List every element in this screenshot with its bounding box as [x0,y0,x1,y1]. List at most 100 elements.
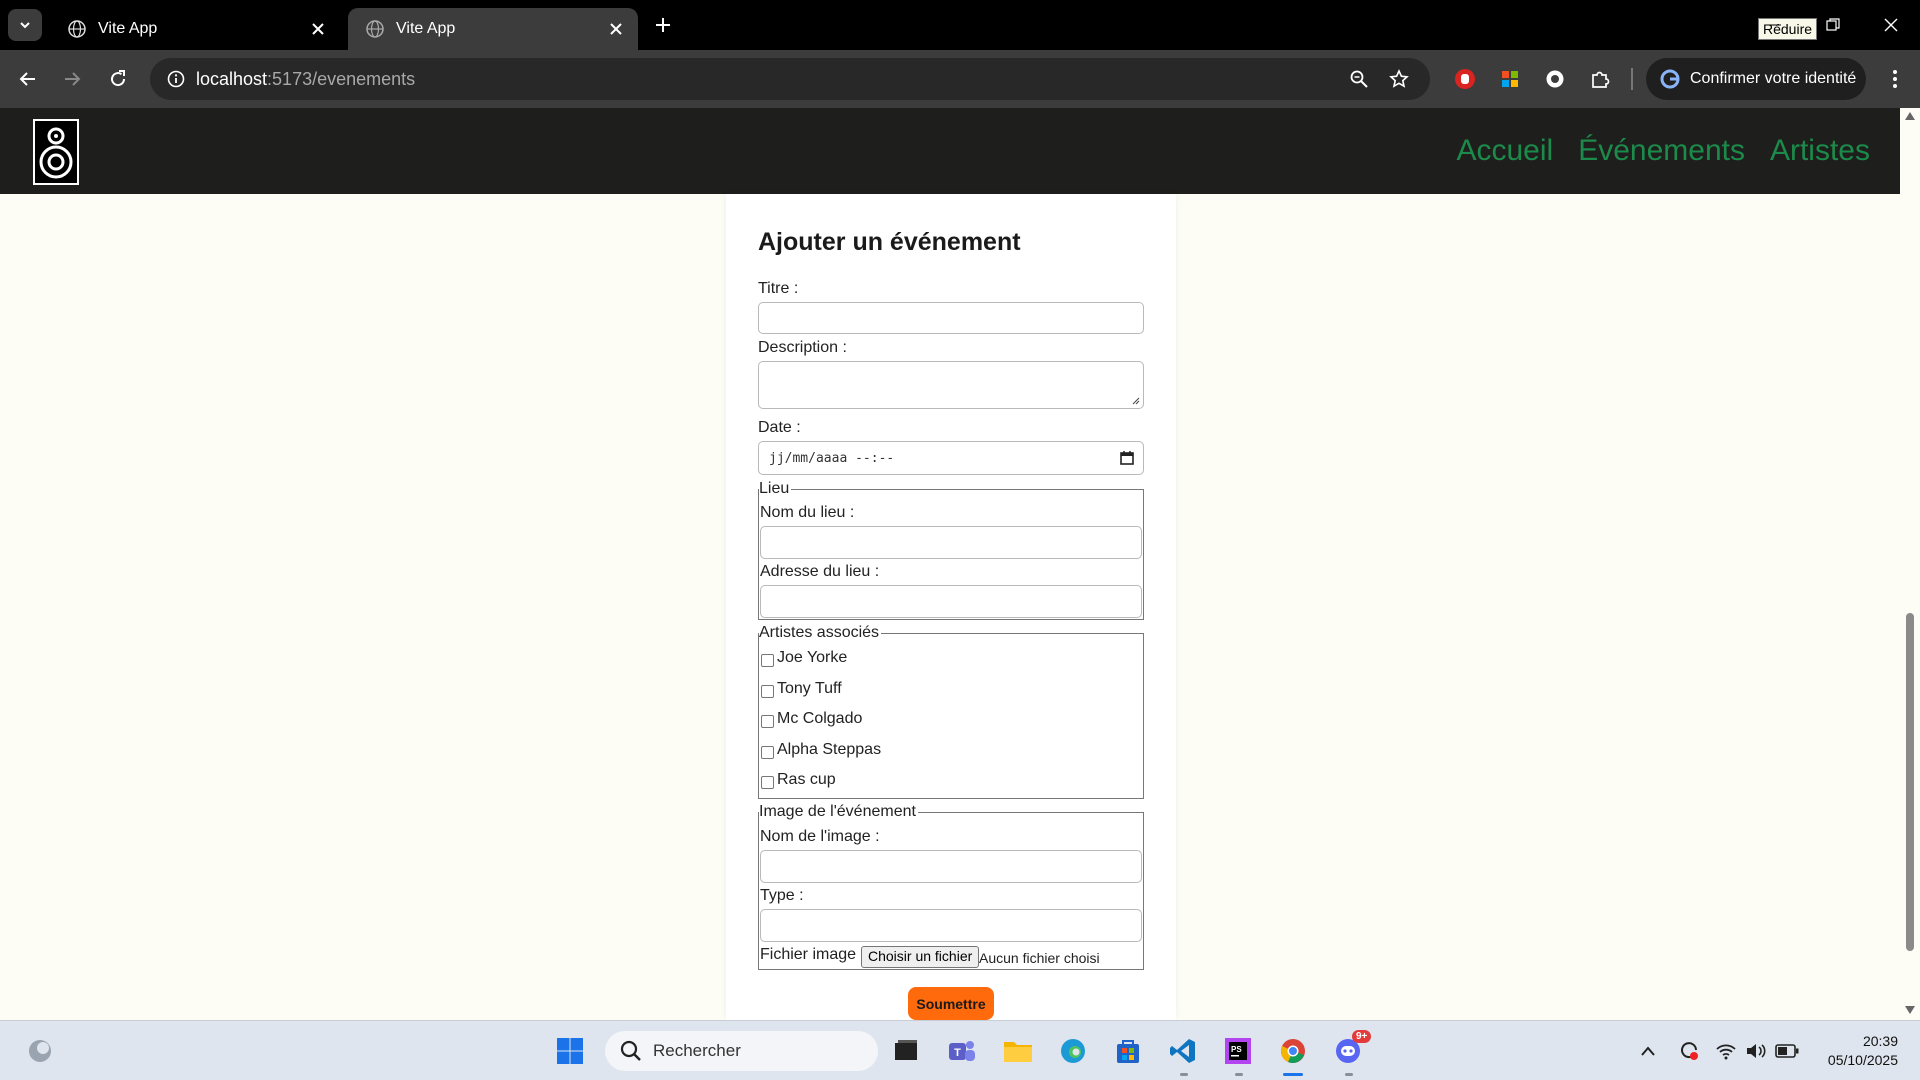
browser-tab-1[interactable]: Vite App [50,8,340,50]
file-status: Aucun fichier choisi [979,950,1100,966]
profile-label: Confirmer votre identité [1690,70,1857,87]
microsoft-store-icon[interactable] [1112,1035,1144,1067]
site-nav: Accueil Événements Artistes [1456,134,1870,168]
artist-checkbox-mc-colgado[interactable] [761,715,774,728]
clock-date: 05/10/2025 [1827,1052,1898,1068]
chevron-up-icon[interactable] [1636,1039,1660,1063]
close-icon [1884,18,1898,32]
scrollbar-thumb[interactable] [1906,613,1914,951]
site-info-icon[interactable] [160,63,192,95]
browser-tab-strip: Vite App Vite App Réduire [0,0,1920,50]
phpstorm-running-indicator [1235,1073,1243,1076]
taskbar-clock[interactable]: 20:39 05/10/2025 [1828,1032,1898,1070]
add-event-form: Ajouter un événement Titre : Description… [726,194,1176,1020]
bookmark-star-icon[interactable] [1386,66,1412,92]
address-bar[interactable]: localhost:5173/evenements [150,58,1430,100]
adresse-lieu-input[interactable] [760,585,1142,618]
nav-link-artistes[interactable]: Artistes [1770,134,1870,168]
wifi-icon[interactable] [1714,1039,1738,1063]
scroll-up-arrow-icon[interactable] [1905,112,1915,120]
lieu-fieldset: Lieu Nom du lieu : Adresse du lieu : [758,480,1144,620]
new-tab-button[interactable] [650,12,676,38]
image-fieldset: Image de l'événement Nom de l'image : Ty… [758,803,1144,970]
artistes-legend: Artistes associés [759,624,882,642]
nom-lieu-label: Nom du lieu : [760,504,855,521]
nav-link-evenements[interactable]: Événements [1578,134,1745,168]
teams-icon[interactable]: T [946,1035,978,1067]
nom-lieu-input[interactable] [760,526,1142,559]
browser-tab-2-active[interactable]: Vite App [348,8,638,50]
site-header: Accueil Événements Artistes [0,108,1900,194]
description-label: Description : [758,339,847,356]
submit-button[interactable]: Soumettre [908,987,994,1020]
vscode-icon[interactable] [1167,1035,1199,1067]
window-controls [1746,0,1920,50]
forward-button[interactable] [56,63,88,95]
titre-label: Titre : [758,280,799,297]
tab-title: Vite App [98,20,158,37]
tab-title: Vite App [396,20,456,37]
choose-file-button[interactable]: Choisir un fichier [861,946,980,968]
taskbar-search[interactable]: Rechercher [605,1031,878,1071]
file-explorer-icon[interactable] [1002,1035,1034,1067]
image-legend: Image de l'événement [759,803,918,821]
tab-search-button[interactable] [8,9,42,41]
speaker-logo-icon[interactable] [32,118,80,186]
zoom-icon[interactable] [1346,66,1372,92]
widgets-icon[interactable] [24,1035,56,1067]
artist-checkbox-joe-yorke[interactable] [761,654,774,667]
toolbar-separator [1631,68,1633,90]
artist-checkbox-ras-cup[interactable] [761,776,774,789]
task-view-icon[interactable] [890,1035,922,1067]
close-icon[interactable] [306,17,330,41]
artist-label: Joe Yorke [777,649,848,666]
date-input[interactable]: jj/mm/aaaa --:-- [758,441,1144,475]
extensions-puzzle-icon[interactable] [1586,65,1614,93]
nav-link-accueil[interactable]: Accueil [1456,134,1553,168]
discord-notification-badge: 9+ [1352,1030,1372,1043]
volume-icon[interactable] [1744,1039,1768,1063]
edge-icon[interactable] [1057,1035,1089,1067]
stop-hand-extension-icon[interactable] [1451,65,1479,93]
calendar-icon[interactable] [1119,450,1135,466]
close-icon[interactable] [604,17,628,41]
browser-menu-button[interactable] [1880,64,1910,94]
chrome-icon[interactable] [1277,1035,1309,1067]
artist-checkbox-tony-tuff[interactable] [761,685,774,698]
titre-input[interactable] [758,302,1144,334]
plus-icon [656,18,670,32]
sync-icon[interactable] [1677,1039,1701,1063]
restore-button[interactable] [1804,0,1862,50]
svg-text:PS: PS [1231,1045,1242,1054]
arrow-left-icon [19,72,35,86]
clock-time: 20:39 [1862,1033,1898,1049]
scroll-down-arrow-icon[interactable] [1905,1006,1915,1014]
artistes-fieldset: Artistes associés Joe Yorke Tony Tuff Mc… [758,624,1144,799]
url-host: localhost [196,69,268,89]
vscode-running-indicator [1180,1073,1188,1076]
resize-grip-icon[interactable] [1131,396,1140,405]
colorful-extension-icon[interactable] [1496,65,1524,93]
restore-icon [1826,18,1840,31]
form-title: Ajouter un événement [758,228,1021,256]
url-path: :5173/evenements [267,69,416,89]
page-scrollbar[interactable] [1900,108,1920,1020]
battery-icon[interactable] [1775,1039,1799,1063]
type-input[interactable] [760,909,1142,942]
globe-icon [366,20,384,38]
windows-start-icon[interactable] [554,1035,586,1067]
google-icon [1660,69,1680,89]
back-button[interactable] [12,63,44,95]
reload-button[interactable] [102,63,134,95]
nom-image-input[interactable] [760,850,1142,883]
date-label: Date : [758,419,801,436]
type-label: Type : [760,887,804,904]
phpstorm-icon[interactable]: PS [1222,1035,1254,1067]
circle-extension-icon[interactable] [1541,65,1569,93]
profile-button[interactable]: Confirmer votre identité [1646,58,1866,100]
description-textarea[interactable] [758,361,1144,409]
fichier-image-label: Fichier image : [760,946,865,963]
artist-checkbox-alpha-steppas[interactable] [761,746,774,759]
close-window-button[interactable] [1862,0,1920,50]
minimize-button[interactable] [1746,0,1804,50]
